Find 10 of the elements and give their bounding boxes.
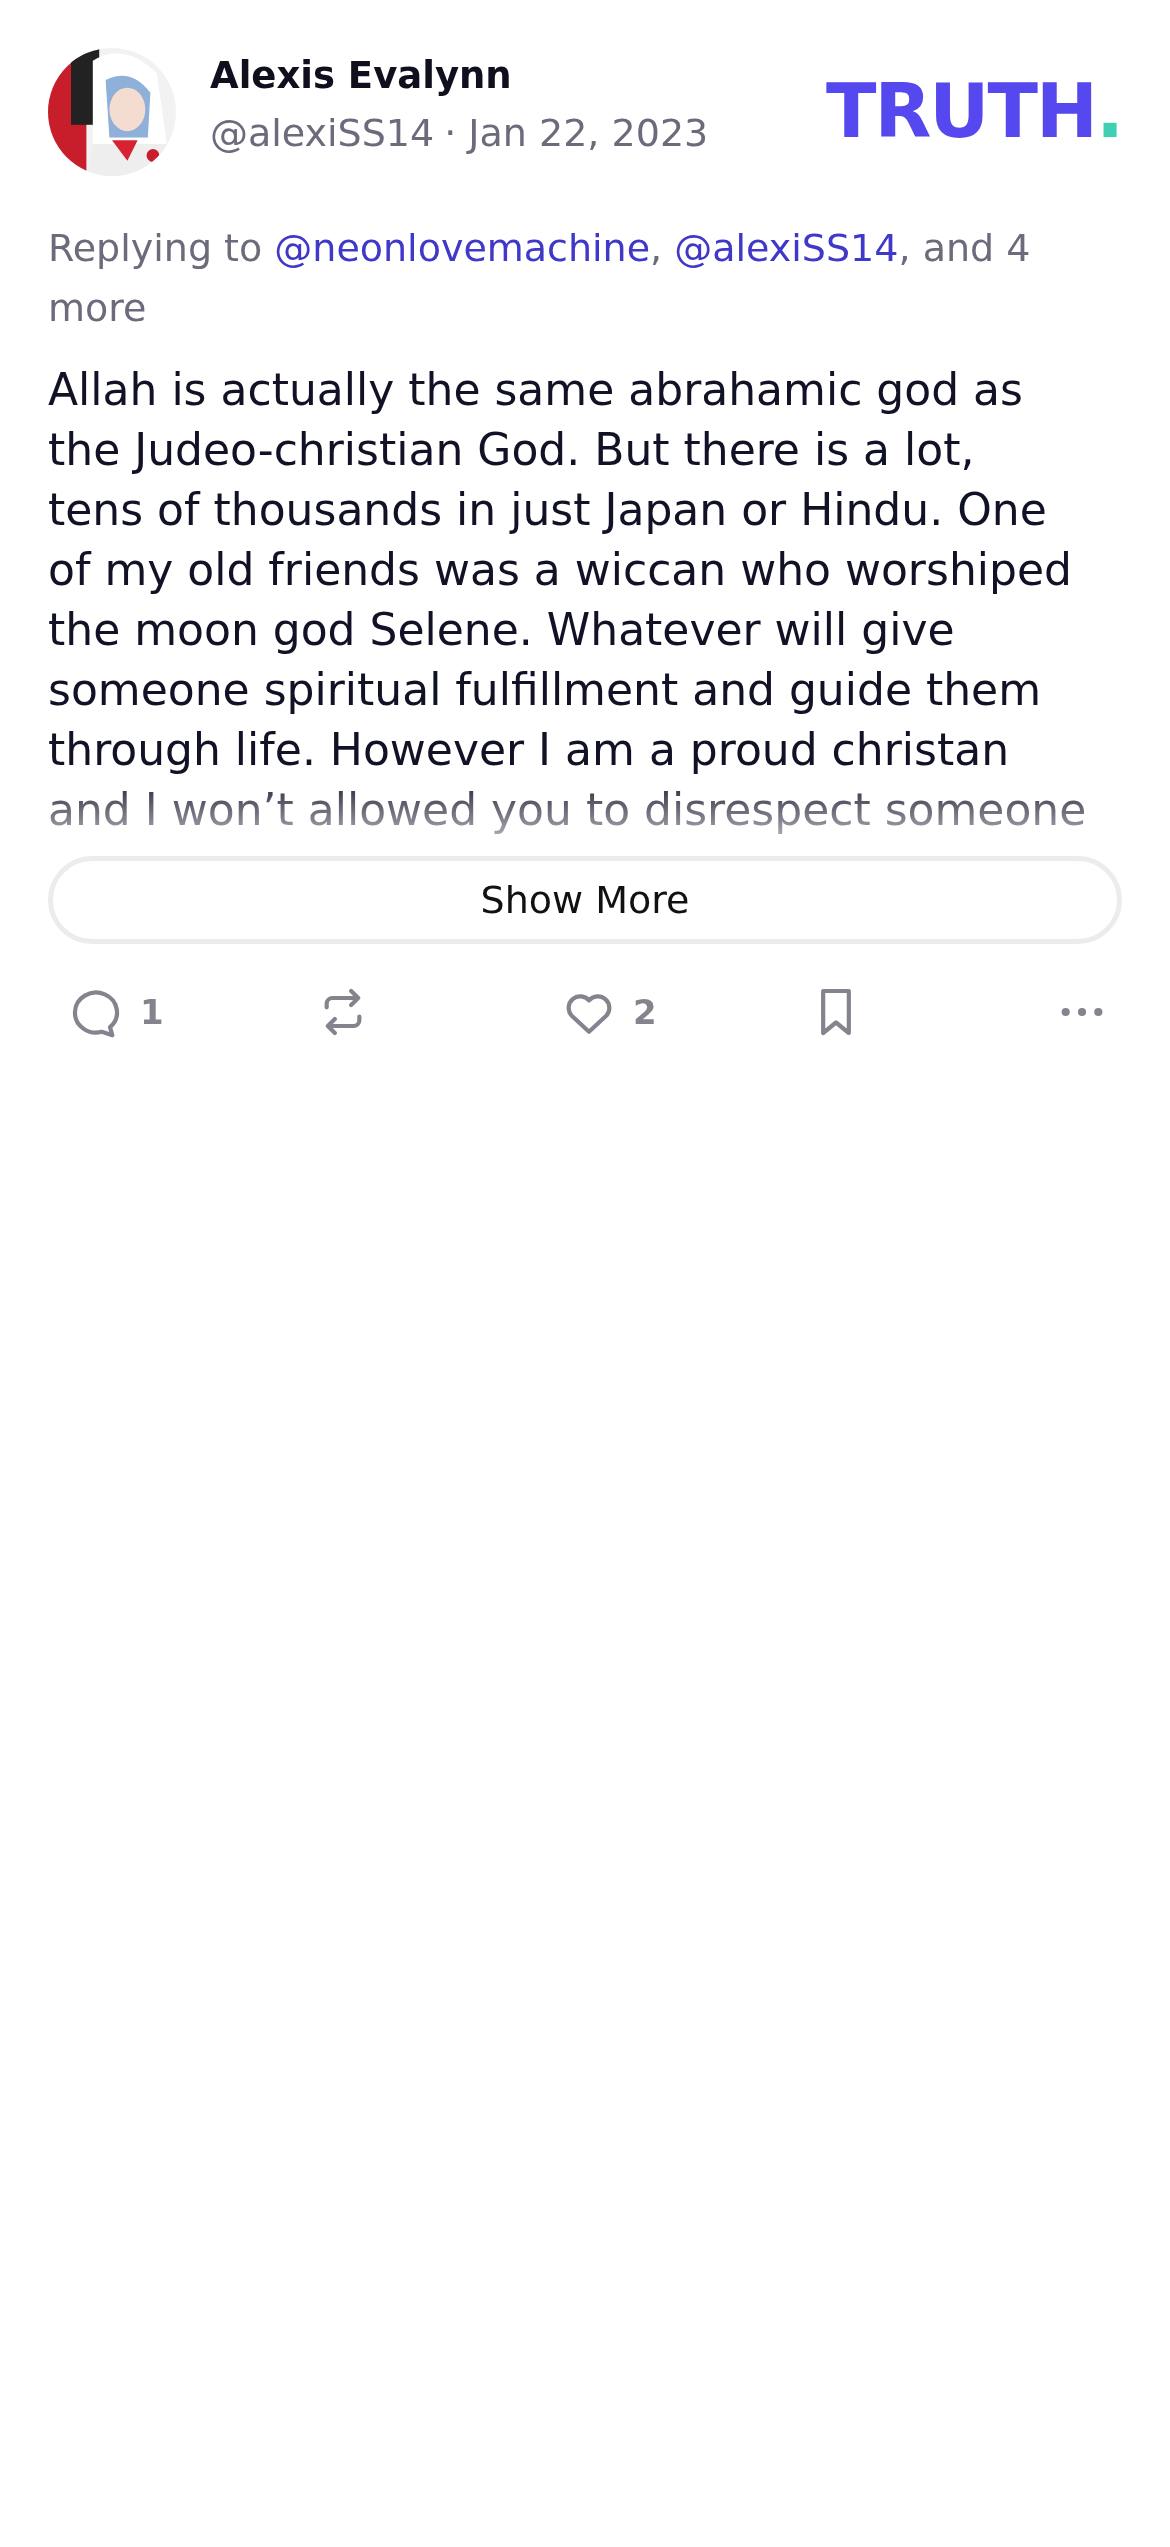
author-handle[interactable]: @alexiSS14: [210, 111, 435, 155]
author-name: Alexis Evalynn: [210, 54, 513, 97]
logo: TRUTH.: [825, 74, 1122, 148]
replying-to-text: Replying to @neonlovemachine, @alexiSS14, and 4 more: [48, 225, 1032, 332]
count-label: 1: [140, 992, 164, 1032]
post-date: · Jan 22, 2023: [444, 111, 709, 155]
mention-link[interactable]: @neonlovemachine: [274, 226, 651, 270]
count-label: 2: [633, 992, 657, 1032]
show-more-button[interactable]: Show More: [48, 856, 1122, 944]
mention-link[interactable]: @alexiSS14: [674, 226, 899, 270]
